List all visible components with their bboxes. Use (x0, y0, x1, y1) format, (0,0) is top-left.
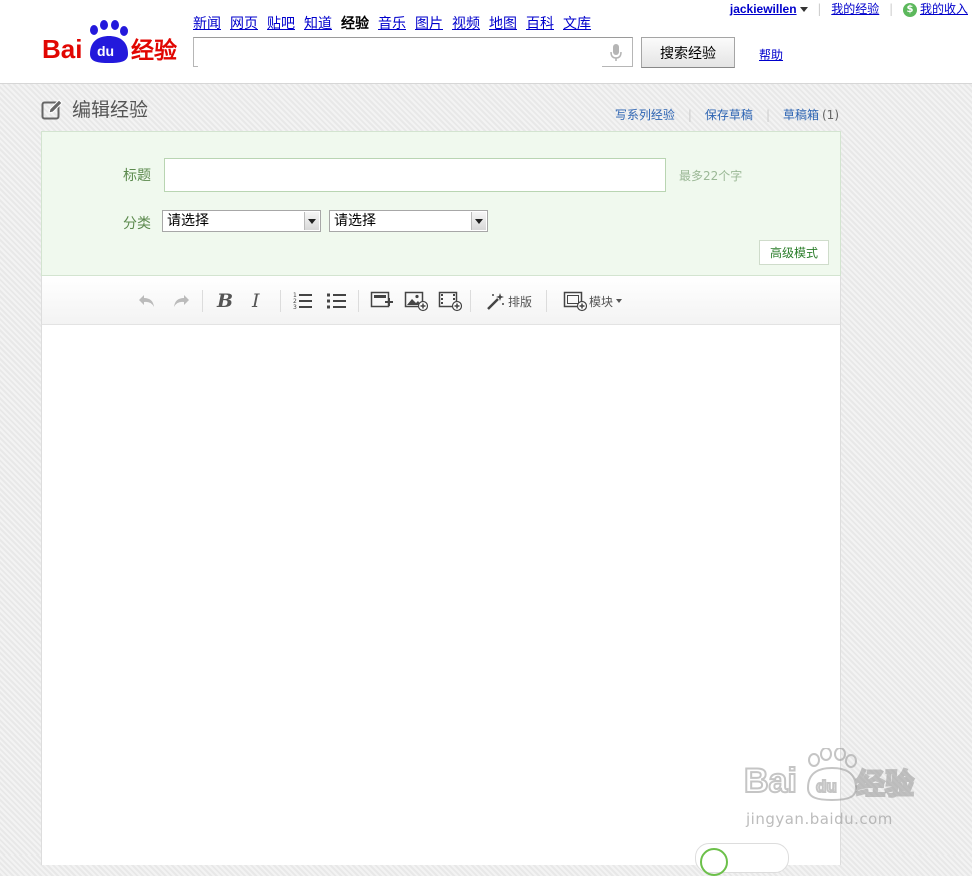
italic-icon: I (252, 290, 260, 312)
category-select-value: 请选择 (167, 213, 209, 229)
page-actions: 写系列经验 | 保存草稿 | 草稿箱 (1) (615, 106, 839, 123)
save-draft-link[interactable]: 保存草稿 (705, 108, 753, 122)
search-box (193, 37, 633, 67)
magic-wand-icon (487, 293, 504, 310)
svg-text:经验: 经验 (131, 37, 177, 64)
category-select-primary[interactable]: 请选择 (162, 210, 321, 232)
toolbar-divider (546, 290, 547, 312)
nav-tieba[interactable]: 贴吧 (267, 16, 295, 32)
divider: | (817, 2, 822, 16)
module-label: 模块 (589, 294, 614, 309)
toolbar-divider (202, 290, 203, 312)
ordered-list-button[interactable]: 123 (292, 289, 314, 313)
advanced-mode-button[interactable]: 高级模式 (759, 240, 829, 265)
chevron-down-icon[interactable] (799, 7, 808, 12)
svg-text:du: du (97, 43, 114, 59)
redo-icon (174, 295, 189, 307)
insert-video-button[interactable] (438, 289, 462, 313)
unordered-list-button[interactable] (326, 289, 348, 313)
insert-video-icon (438, 291, 462, 312)
dropdown-arrow-icon[interactable] (304, 212, 319, 230)
drafts-link[interactable]: 草稿箱 (783, 108, 819, 122)
title-hint: 最多22个字 (679, 169, 743, 183)
svg-text:3: 3 (293, 304, 297, 311)
insert-image-button[interactable] (404, 289, 428, 313)
nav-zhidao[interactable]: 知道 (304, 16, 332, 32)
undo-button[interactable] (137, 289, 157, 313)
feedback-icon (700, 848, 728, 876)
layout-label: 排版 (508, 294, 533, 309)
edit-icon (41, 99, 63, 120)
redo-button[interactable] (171, 289, 191, 313)
baidu-jingyan-logo[interactable]: Bai du 经验 (42, 18, 182, 66)
nav-music[interactable]: 音乐 (378, 16, 406, 32)
nav-map[interactable]: 地图 (489, 16, 517, 32)
nav-web[interactable]: 网页 (230, 16, 258, 32)
editor-toolbar: B I 123 排版 模块 (41, 276, 841, 325)
module-icon (563, 291, 587, 312)
title-label: 标题 (123, 168, 151, 184)
svg-text:Bai: Bai (744, 762, 797, 800)
dropdown-arrow-icon[interactable] (471, 212, 486, 230)
undo-icon (139, 295, 154, 307)
help-link[interactable]: 帮助 (759, 46, 783, 63)
bold-button[interactable]: B (217, 289, 233, 313)
nav-baike[interactable]: 百科 (526, 16, 554, 32)
italic-button[interactable]: I (252, 289, 260, 313)
write-series-link[interactable]: 写系列经验 (615, 108, 675, 122)
my-income-link[interactable]: 我的收入 (920, 2, 968, 16)
toolbar-divider (470, 290, 471, 312)
svg-text:Bai: Bai (42, 34, 82, 64)
page-title: 编辑经验 (72, 99, 149, 121)
nav-video[interactable]: 视频 (452, 16, 480, 32)
title-input[interactable] (164, 158, 666, 192)
divider: | (889, 2, 894, 16)
site-header: Bai du 经验 新闻 网页 贴吧 知道 经验 音乐 图片 视频 地图 百科 文库 搜索经验 帮助… (0, 0, 972, 84)
nav-jingyan[interactable]: 经验 (341, 16, 369, 32)
svg-text:经验: 经验 (856, 767, 914, 801)
nav-news[interactable]: 新闻 (193, 16, 221, 32)
microphone-icon[interactable] (610, 44, 622, 62)
floating-feedback-badge[interactable] (695, 843, 789, 876)
article-meta-form: 标题 最多22个字 分类 请选择 请选择 高级模式 (41, 131, 841, 276)
drafts-count: (1) (822, 108, 839, 122)
insert-step-icon (370, 291, 393, 308)
top-nav: 新闻 网页 贴吧 知道 经验 音乐 图片 视频 地图 百科 文库 (193, 13, 600, 33)
page-heading: 编辑经验 写系列经验 | 保存草稿 | 草稿箱 (1) (41, 97, 841, 127)
category-select-value: 请选择 (334, 213, 376, 229)
unordered-list-icon (327, 293, 346, 309)
category-label: 分类 (123, 216, 151, 232)
content-editor[interactable] (41, 325, 841, 865)
toolbar-divider (358, 290, 359, 312)
svg-text:du: du (816, 777, 837, 796)
module-button[interactable]: 模块 (563, 289, 623, 313)
nav-wenku[interactable]: 文库 (563, 16, 591, 32)
user-bar: jackiewillen | 我的经验 | $ 我的收入 (730, 0, 968, 17)
toolbar-divider (280, 290, 281, 312)
search-input[interactable] (198, 39, 602, 67)
chevron-down-icon (616, 299, 623, 303)
bold-icon: B (217, 290, 234, 312)
layout-button[interactable]: 排版 (486, 289, 532, 313)
watermark-url: jingyan.baidu.com (746, 810, 893, 828)
username-link[interactable]: jackiewillen (730, 2, 797, 16)
my-experience-link[interactable]: 我的经验 (831, 2, 879, 16)
divider: | (687, 108, 692, 122)
money-icon: $ (902, 2, 917, 17)
insert-image-icon (404, 291, 428, 312)
insert-step-button[interactable] (370, 289, 394, 313)
divider: | (765, 108, 770, 122)
search-button[interactable]: 搜索经验 (641, 37, 735, 68)
ordered-list-icon: 123 (293, 292, 312, 311)
nav-images[interactable]: 图片 (415, 16, 443, 32)
category-select-secondary[interactable]: 请选择 (329, 210, 488, 232)
